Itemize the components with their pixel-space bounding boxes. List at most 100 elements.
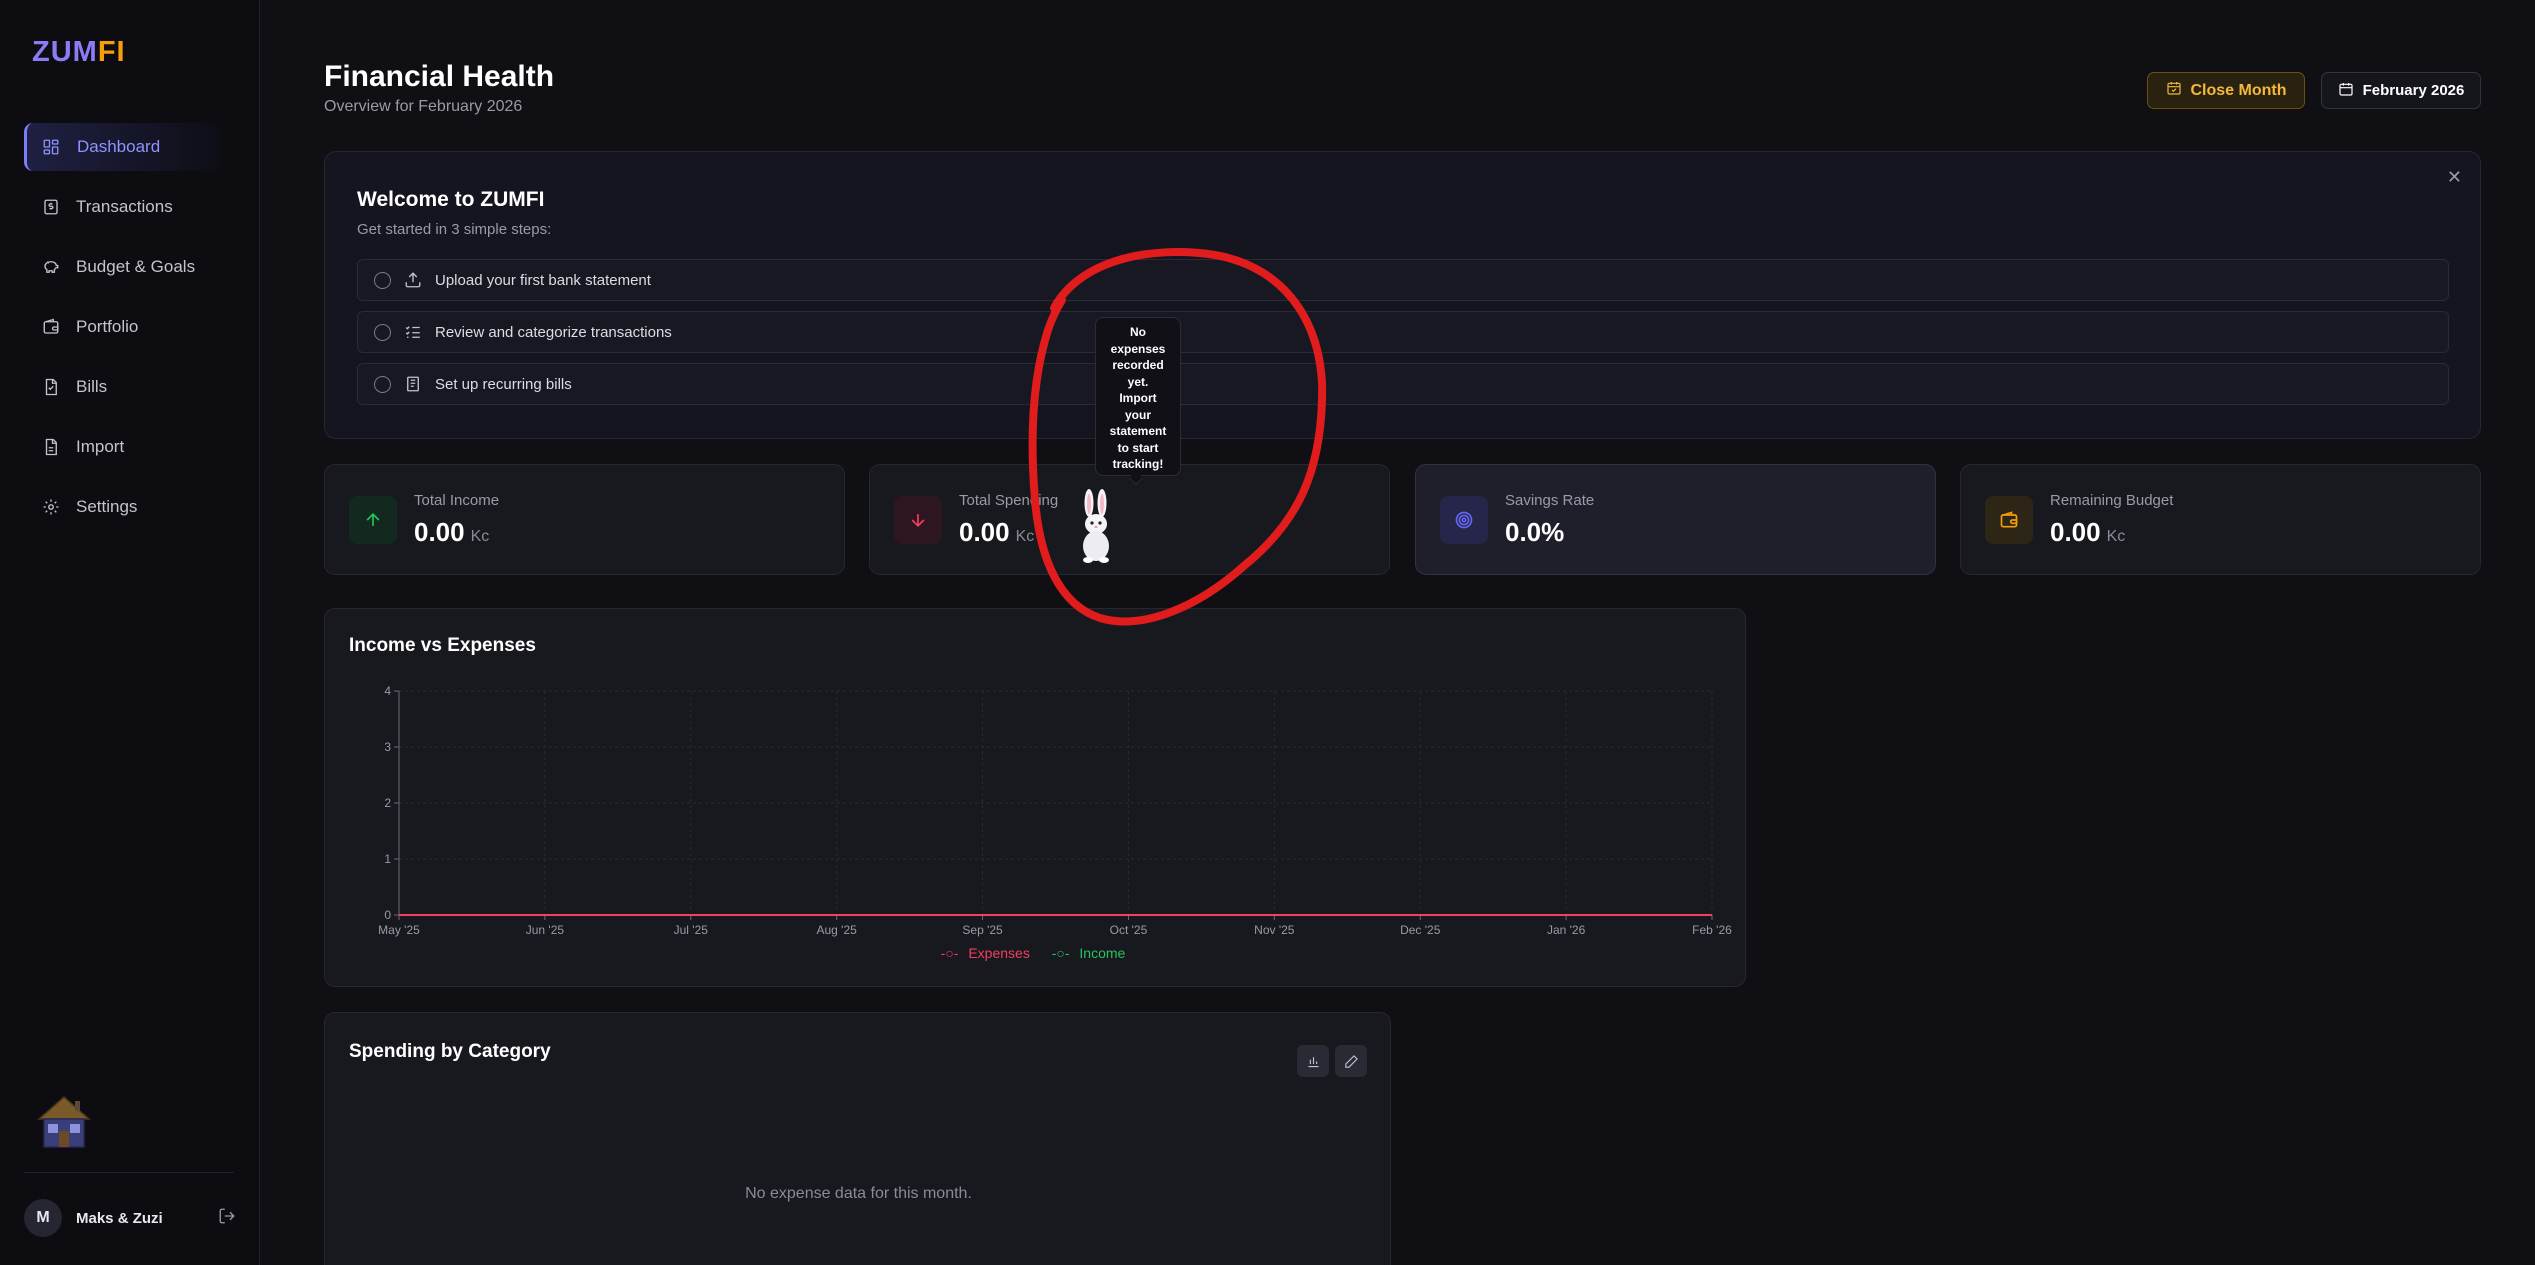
page-title: Financial Health xyxy=(324,60,555,93)
sidebar-item-budget-goals[interactable]: Budget & Goals xyxy=(24,243,220,291)
stat-label: Total Income xyxy=(414,492,500,509)
edit-button[interactable] xyxy=(1335,1045,1367,1077)
income-expenses-chart: 0 1 2 3 4 May '25 Jun '25 Jul '25 Aug '25 Sep '25… xyxy=(378,684,1732,937)
close-month-button[interactable]: Close Month xyxy=(2147,72,2305,109)
sidebar-divider xyxy=(24,1172,234,1173)
x-tick-label: May '25 xyxy=(378,923,420,937)
stat-card-remaining-budget[interactable]: Remaining Budget 0.00 Kc xyxy=(1960,464,2481,575)
x-tick-label: Nov '25 xyxy=(1254,923,1295,937)
income-vs-expenses-card: Income vs Expenses 0 1 2 3 4 May '25 Jun '25 Ju… xyxy=(324,608,1746,987)
legend-item-expenses[interactable]: -○- Expenses xyxy=(941,945,1036,961)
sidebar-nav: Dashboard Transactions Budget & Goals Po… xyxy=(24,123,220,543)
sidebar-item-portfolio[interactable]: Portfolio xyxy=(24,303,220,351)
mascot-tooltip: No expenses recorded yet. Import your st… xyxy=(1095,317,1181,476)
stat-card-savings-rate[interactable]: Savings Rate 0.0% xyxy=(1415,464,1936,575)
sidebar-item-bills[interactable]: Bills xyxy=(24,363,220,411)
target-icon xyxy=(1440,496,1488,544)
tooltip-line: tracking! xyxy=(1112,457,1164,471)
step-label: Set up recurring bills xyxy=(435,375,572,393)
receipt-icon xyxy=(404,375,422,393)
step-checkbox[interactable] xyxy=(374,271,391,289)
logout-icon[interactable] xyxy=(218,1207,236,1230)
page-subtitle: Overview for February 2026 xyxy=(324,98,523,115)
sidebar: ZUMFI Dashboard Transactions Budget & Go… xyxy=(0,0,260,1265)
sidebar-item-label: Bills xyxy=(76,377,108,396)
bunny-mascot-icon[interactable] xyxy=(1074,488,1118,564)
welcome-subtitle: Get started in 3 simple steps: xyxy=(357,221,552,238)
step-label: Upload your first bank statement xyxy=(435,271,651,289)
onboarding-step-review[interactable]: Review and categorize transactions xyxy=(357,311,2449,353)
x-tick-label: Jan '26 xyxy=(1547,923,1586,937)
y-tick-label: 3 xyxy=(384,740,391,754)
chart-legend: -○- Expenses -○- Income xyxy=(325,945,1747,961)
user-profile[interactable]: M Maks & Zuzi xyxy=(24,1198,236,1238)
tooltip-line: yet. xyxy=(1127,374,1149,389)
tooltip-line: statement xyxy=(1109,424,1167,438)
sidebar-item-import[interactable]: Import xyxy=(24,423,220,471)
y-tick-label: 4 xyxy=(384,684,391,698)
wallet-icon xyxy=(42,318,60,336)
stat-label: Total Spending xyxy=(959,492,1059,509)
house-mascot-icon[interactable] xyxy=(35,1093,93,1151)
tooltip-line: to start xyxy=(1117,440,1159,455)
stat-value: 0.00 Kc xyxy=(959,517,1035,547)
arrow-up-icon xyxy=(349,496,397,544)
wallet-icon xyxy=(1985,496,2033,544)
bar-chart-icon xyxy=(1308,1056,1318,1067)
y-tick-label: 2 xyxy=(384,796,391,810)
x-tick-label: Oct '25 xyxy=(1110,923,1148,937)
dollar-receipt-icon xyxy=(42,198,60,216)
step-checkbox[interactable] xyxy=(374,375,391,393)
pencil-icon xyxy=(1344,1054,1358,1068)
gear-icon xyxy=(42,498,60,516)
stat-card-total-income[interactable]: Total Income 0.00 Kc xyxy=(324,464,845,575)
upload-icon xyxy=(404,271,422,289)
step-label: Review and categorize transactions xyxy=(435,323,672,341)
calendar-icon xyxy=(2166,80,2182,101)
y-tick-label: 0 xyxy=(384,908,391,922)
sidebar-item-label: Budget & Goals xyxy=(76,257,196,276)
checklist-icon xyxy=(404,323,422,341)
zumfi-logo[interactable]: ZUMFI xyxy=(32,36,126,69)
onboarding-step-bills[interactable]: Set up recurring bills xyxy=(357,363,2449,405)
sidebar-item-label: Portfolio xyxy=(76,317,139,336)
sidebar-item-dashboard[interactable]: Dashboard xyxy=(24,123,220,171)
calendar-icon xyxy=(2338,81,2354,101)
onboarding-step-upload[interactable]: Upload your first bank statement xyxy=(357,259,2449,301)
y-tick-label: 1 xyxy=(384,852,391,866)
legend-item-income[interactable]: -○- Income xyxy=(1052,945,1132,961)
tooltip-line: recorded xyxy=(1112,358,1164,372)
stat-label: Savings Rate xyxy=(1505,492,1595,509)
avatar: M xyxy=(24,1199,62,1237)
chart-view-button[interactable] xyxy=(1297,1045,1329,1077)
sidebar-item-transactions[interactable]: Transactions xyxy=(24,183,220,231)
month-picker-button[interactable]: February 2026 xyxy=(2321,72,2481,109)
x-tick-label: Aug '25 xyxy=(817,923,858,937)
sidebar-item-settings[interactable]: Settings xyxy=(24,483,220,531)
piggy-bank-icon xyxy=(42,258,60,276)
step-checkbox[interactable] xyxy=(374,323,391,341)
tooltip-line: expenses xyxy=(1110,341,1166,356)
bill-icon xyxy=(42,378,60,396)
close-icon[interactable]: ✕ xyxy=(2447,167,2462,188)
onboarding-steps: Upload your first bank statement Review … xyxy=(357,259,2449,415)
tooltip-line: No xyxy=(1130,325,1146,339)
stat-value: 0.00 Kc xyxy=(414,517,490,547)
arrow-down-icon xyxy=(894,496,942,544)
empty-state-message: No expense data for this month. xyxy=(745,1185,972,1202)
sidebar-item-label: Dashboard xyxy=(77,137,161,156)
logo-text-fi: FI xyxy=(97,36,126,68)
close-month-label: Close Month xyxy=(2190,81,2287,99)
sidebar-item-label: Import xyxy=(76,437,125,456)
x-tick-label: Jun '25 xyxy=(526,923,565,937)
sidebar-item-label: Settings xyxy=(76,497,138,516)
stat-card-total-spending[interactable]: Total Spending 0.00 Kc xyxy=(869,464,1390,575)
x-tick-label: Feb '26 xyxy=(1692,923,1732,937)
logo-text-zum: ZUM xyxy=(32,36,98,68)
user-name: Maks & Zuzi xyxy=(76,1209,163,1227)
x-tick-label: Jul '25 xyxy=(674,923,709,937)
stat-label: Remaining Budget xyxy=(2050,492,2174,509)
spending-by-category-card: Spending by Category No expense data for… xyxy=(324,1012,1391,1265)
layout-grid-icon xyxy=(42,138,60,156)
stat-value: 0.00 Kc xyxy=(2050,517,2126,547)
